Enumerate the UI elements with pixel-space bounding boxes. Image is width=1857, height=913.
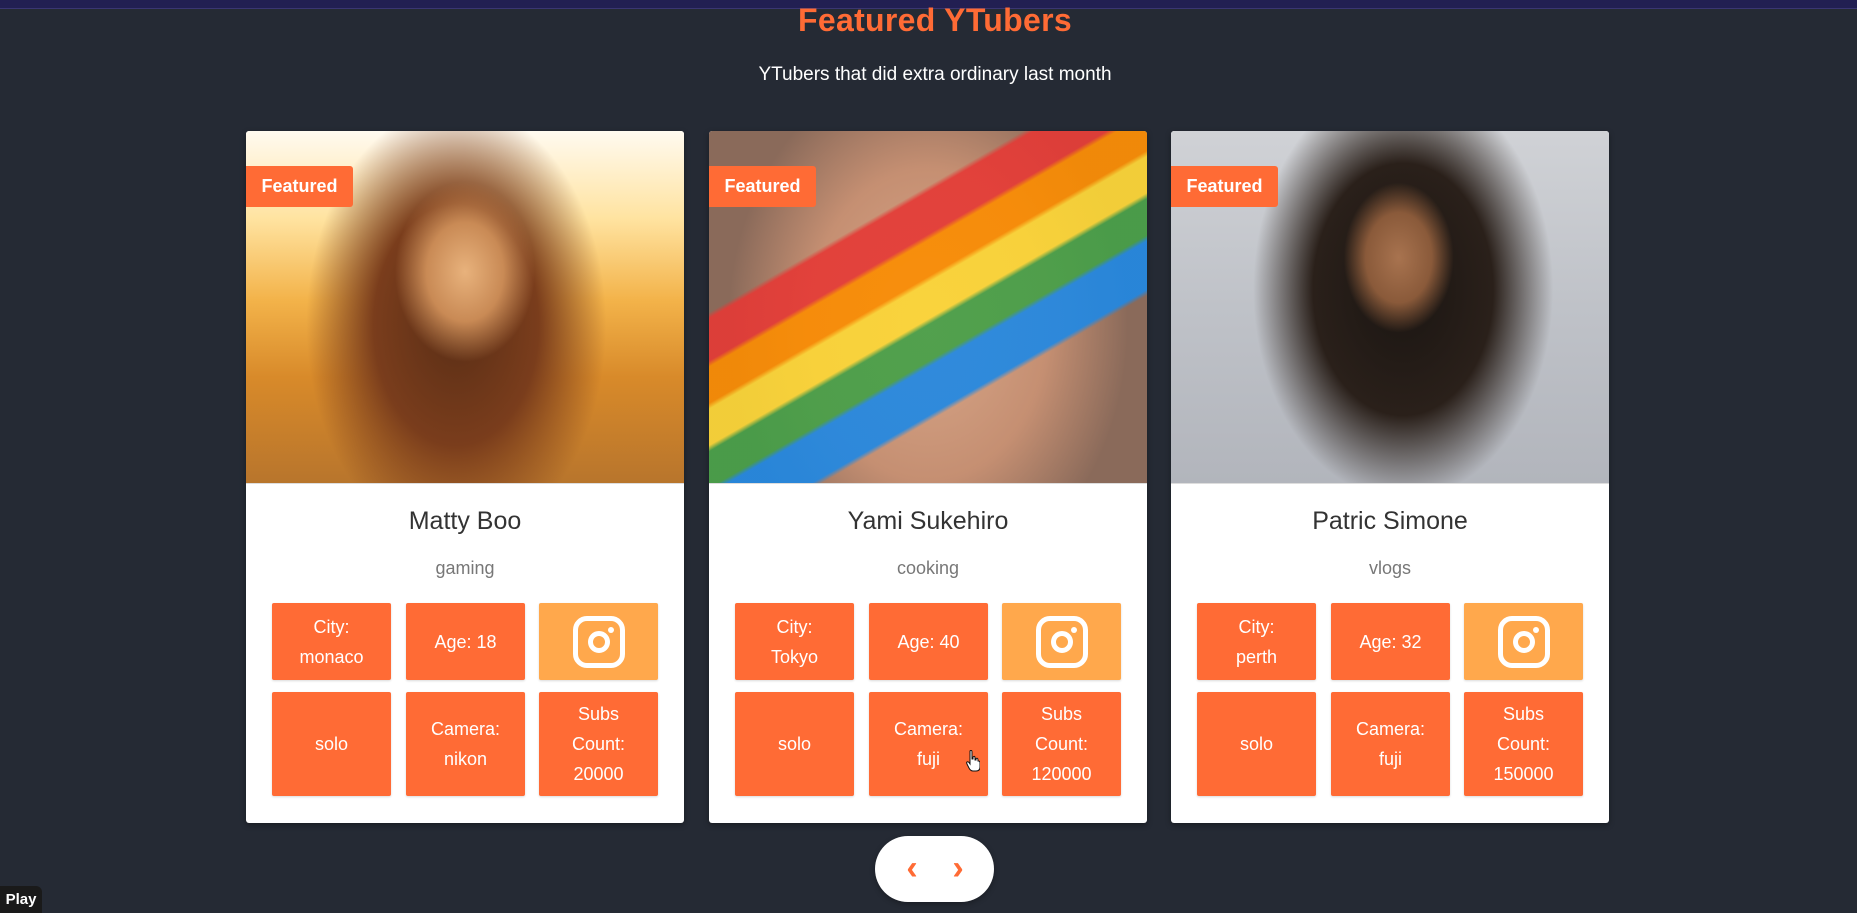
city-tile: City: Tokyo (735, 603, 854, 680)
age-tile: Age: 18 (406, 603, 525, 680)
camera-value: fuji (916, 749, 940, 769)
instagram-icon (1035, 615, 1088, 668)
subs-value: 120000 (1031, 764, 1092, 784)
camera-tile: Camera: nikon (406, 692, 525, 796)
camera-label: Camera: (1355, 719, 1426, 739)
chevron-left-icon[interactable]: ‹ (897, 851, 927, 885)
ytuber-category: gaming (435, 558, 495, 578)
camera-label: Camera: (893, 719, 964, 739)
age-value: Age: 18 (434, 631, 497, 652)
camera-label: Camera: (430, 719, 501, 739)
ytuber-name: Yami Sukehiro (847, 507, 1009, 535)
city-value: Tokyo (770, 646, 819, 667)
mode-tile: solo (735, 692, 854, 796)
city-value: perth (1235, 646, 1278, 667)
ytuber-name: Matty Boo (408, 507, 522, 535)
page-title: Featured YTubers (798, 2, 1072, 38)
mode-tile: solo (1197, 692, 1316, 796)
ytuber-card-yami-sukehiro[interactable]: Featured Yami Sukehiro cooking City: Toky… (709, 131, 1147, 823)
ytuber-category: cooking (896, 558, 960, 578)
camera-value: fuji (1378, 749, 1402, 769)
camera-value: nikon (443, 749, 488, 769)
subs-label-2: Count: (571, 734, 626, 754)
subs-count-tile: Subs Count: 20000 (539, 692, 658, 796)
camera-tile: Camera: fuji (1331, 692, 1450, 796)
subs-label-1: Subs (1040, 704, 1082, 724)
mode-value: solo (314, 734, 349, 754)
age-value: Age: 40 (897, 631, 960, 652)
subs-label-2: Count: (1034, 734, 1089, 754)
camera-tile: Camera: fuji (869, 692, 988, 796)
city-tile: City: monaco (272, 603, 391, 680)
city-label: City: (776, 616, 813, 637)
instagram-link[interactable] (539, 603, 658, 680)
city-value: monaco (299, 646, 364, 667)
subs-value: 20000 (573, 764, 624, 784)
mode-value: solo (1239, 734, 1274, 754)
subs-label-1: Subs (1502, 704, 1544, 724)
page-subtitle: YTubers that did extra ordinary last mon… (758, 64, 1112, 85)
featured-badge: Featured (709, 166, 816, 207)
play-button[interactable]: Play (0, 886, 42, 913)
chevron-right-icon[interactable]: › (943, 851, 973, 885)
featured-badge: Featured (246, 166, 353, 207)
ytuber-card-matty-boo[interactable]: Featured Matty Boo gaming City: monaco Ag… (246, 131, 684, 823)
instagram-icon (572, 615, 625, 668)
age-value: Age: 32 (1359, 631, 1422, 652)
city-label: City: (313, 616, 350, 637)
city-tile: City: perth (1197, 603, 1316, 680)
ytuber-category: vlogs (1368, 558, 1412, 578)
age-tile: Age: 32 (1331, 603, 1450, 680)
carousel-nav: ‹ › (875, 836, 994, 902)
subs-count-tile: Subs Count: 150000 (1464, 692, 1583, 796)
ytuber-card-patric-simone[interactable]: Featured Patric Simone vlogs City: perth … (1171, 131, 1609, 823)
subs-label-2: Count: (1496, 734, 1551, 754)
ytuber-name: Patric Simone (1312, 507, 1468, 535)
age-tile: Age: 40 (869, 603, 988, 680)
city-label: City: (1238, 616, 1275, 637)
instagram-link[interactable] (1464, 603, 1583, 680)
mode-value: solo (777, 734, 812, 754)
subs-label-1: Subs (577, 704, 619, 724)
hand-cursor-icon (966, 750, 980, 772)
mode-tile: solo (272, 692, 391, 796)
instagram-icon (1497, 615, 1550, 668)
subs-value: 150000 (1493, 764, 1554, 784)
featured-badge: Featured (1171, 166, 1278, 207)
instagram-link[interactable] (1002, 603, 1121, 680)
subs-count-tile: Subs Count: 120000 (1002, 692, 1121, 796)
